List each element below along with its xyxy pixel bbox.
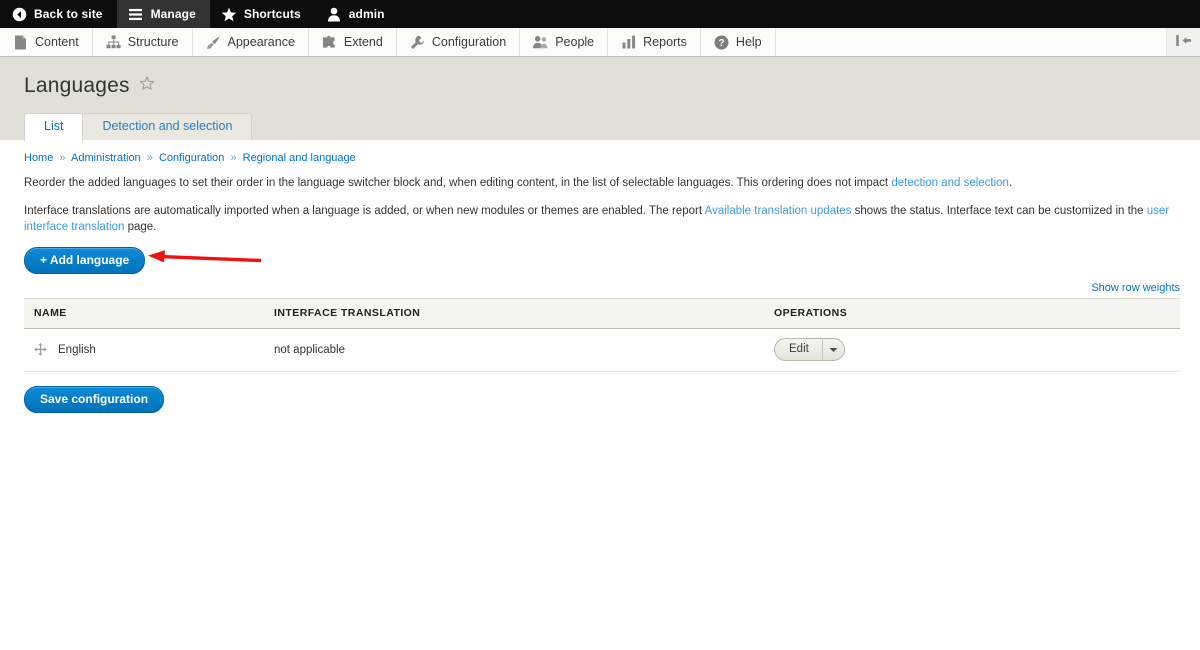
admin-menu-bar: Content Structure Appearance Extend Conf… — [0, 28, 1200, 57]
paintbrush-icon — [206, 35, 221, 50]
menu-item-extend[interactable]: Extend — [309, 28, 397, 56]
bar-chart-icon — [621, 35, 636, 50]
cell-name: English — [24, 328, 264, 373]
language-name-wrapper: English — [34, 342, 254, 357]
save-configuration-button[interactable]: Save configuration — [24, 386, 165, 414]
page-tabs: List Detection and selection — [24, 113, 1200, 141]
hamburger-icon — [128, 6, 144, 22]
breadcrumb-item-administration[interactable]: Administration — [71, 152, 141, 164]
dropbutton-toggle[interactable] — [823, 339, 844, 360]
tab-label: Detection and selection — [102, 119, 233, 134]
menu-item-label: Structure — [127, 35, 179, 49]
description-paragraph-2: Interface translations are automatically… — [24, 203, 1180, 236]
description-text: Interface translations are automatically… — [24, 204, 705, 217]
link-detection-and-selection[interactable]: detection and selection — [891, 177, 1009, 189]
main-content: Home » Administration » Configuration » … — [0, 140, 1200, 414]
toolbar-item-admin-user[interactable]: admin — [315, 0, 399, 28]
svg-text:?: ? — [718, 38, 724, 49]
menu-item-structure[interactable]: Structure — [93, 28, 193, 56]
toolbar-item-label: Back to site — [34, 7, 103, 21]
save-configuration-row: Save configuration — [24, 386, 1180, 414]
menu-item-appearance[interactable]: Appearance — [193, 28, 309, 56]
edit-button[interactable]: Edit — [775, 339, 823, 361]
tab-detection-and-selection[interactable]: Detection and selection — [82, 113, 253, 141]
star-outline-icon[interactable] — [139, 74, 155, 98]
tab-list[interactable]: List — [24, 113, 84, 141]
menu-item-reports[interactable]: Reports — [608, 28, 701, 56]
description-text: page. — [124, 221, 157, 234]
table-header-row: NAME INTERFACE TRANSLATION OPERATIONS — [24, 298, 1180, 330]
breadcrumb-separator: » — [59, 152, 66, 164]
menu-item-label: Content — [35, 35, 79, 49]
language-name: English — [58, 343, 96, 356]
column-header-operations: OPERATIONS — [764, 298, 1180, 330]
page-title: Languages — [24, 74, 130, 97]
table-body: English not applicable Edit — [24, 328, 1180, 373]
column-header-interface-translation: INTERFACE TRANSLATION — [264, 298, 764, 330]
menu-item-help[interactable]: ? Help — [701, 28, 776, 56]
menu-bar-spacer — [776, 28, 1167, 56]
cell-operations: Edit — [764, 328, 1180, 373]
drag-move-icon[interactable] — [34, 342, 48, 357]
question-circle-icon: ? — [714, 35, 729, 50]
admin-toolbar: Back to site Manage Shortcuts admin — [0, 0, 1200, 28]
description-text: shows the status. Interface text can be … — [851, 204, 1147, 217]
breadcrumb-item-home[interactable]: Home — [24, 152, 53, 164]
toolbar-item-manage[interactable]: Manage — [116, 0, 210, 28]
annotation-arrow-icon — [144, 247, 264, 274]
breadcrumb-separator: » — [146, 152, 153, 164]
puzzle-piece-icon — [322, 35, 337, 50]
star-icon — [221, 6, 237, 22]
user-icon — [326, 6, 342, 22]
breadcrumb: Home » Administration » Configuration » … — [24, 152, 1180, 164]
page-header: Languages List Detection and selection — [0, 57, 1200, 141]
people-icon — [533, 35, 548, 50]
menu-item-label: Appearance — [227, 35, 295, 49]
breadcrumb-item-regional-and-language[interactable]: Regional and language — [243, 152, 356, 164]
menu-item-label: Extend — [343, 35, 383, 49]
add-language-row: + Add language — [24, 247, 1180, 275]
menu-item-label: Help — [735, 35, 762, 49]
breadcrumb-item-configuration[interactable]: Configuration — [159, 152, 224, 164]
toolbar-item-label: Shortcuts — [243, 7, 301, 21]
languages-table: NAME INTERFACE TRANSLATION OPERATIONS En… — [24, 298, 1180, 373]
document-icon — [13, 35, 28, 50]
table-header: NAME INTERFACE TRANSLATION OPERATIONS — [24, 298, 1180, 330]
show-row-weights-link[interactable]: Show row weights — [1091, 282, 1180, 294]
toolbar-item-label: admin — [348, 7, 385, 21]
orientation-toggle-button[interactable] — [1167, 28, 1200, 56]
back-arrow-circle-icon — [11, 6, 27, 22]
toolbar-item-back-to-site[interactable]: Back to site — [0, 0, 117, 28]
breadcrumb-separator: » — [230, 152, 237, 164]
menu-item-configuration[interactable]: Configuration — [397, 28, 521, 56]
description-paragraph-1: Reorder the added languages to set their… — [24, 175, 1180, 192]
tab-label: List — [44, 119, 64, 134]
table-row: English not applicable Edit — [24, 328, 1180, 373]
toolbar-item-shortcuts[interactable]: Shortcuts — [210, 0, 315, 28]
menu-item-people[interactable]: People — [520, 28, 609, 56]
page-title-row: Languages — [24, 74, 1200, 98]
menu-item-label: Reports — [643, 35, 687, 49]
menu-item-content[interactable]: Content — [0, 28, 93, 56]
link-available-translation-updates[interactable]: Available translation updates — [705, 205, 852, 217]
cell-interface-translation: not applicable — [264, 328, 764, 373]
column-header-name: NAME — [24, 298, 264, 330]
sitemap-icon — [106, 35, 121, 50]
toolbar-item-label: Manage — [150, 7, 196, 21]
vertical-orientation-icon — [1175, 34, 1192, 50]
wrench-icon — [410, 35, 425, 50]
add-language-button[interactable]: + Add language — [24, 247, 146, 275]
menu-item-label: Configuration — [431, 35, 507, 49]
menu-item-label: People — [555, 35, 595, 49]
operations-dropbutton[interactable]: Edit — [774, 338, 845, 362]
description-text: Reorder the added languages to set their… — [24, 177, 892, 189]
show-row-weights-row: Show row weights — [24, 282, 1180, 294]
chevron-down-icon — [829, 344, 838, 356]
description-text: . — [1008, 177, 1013, 189]
